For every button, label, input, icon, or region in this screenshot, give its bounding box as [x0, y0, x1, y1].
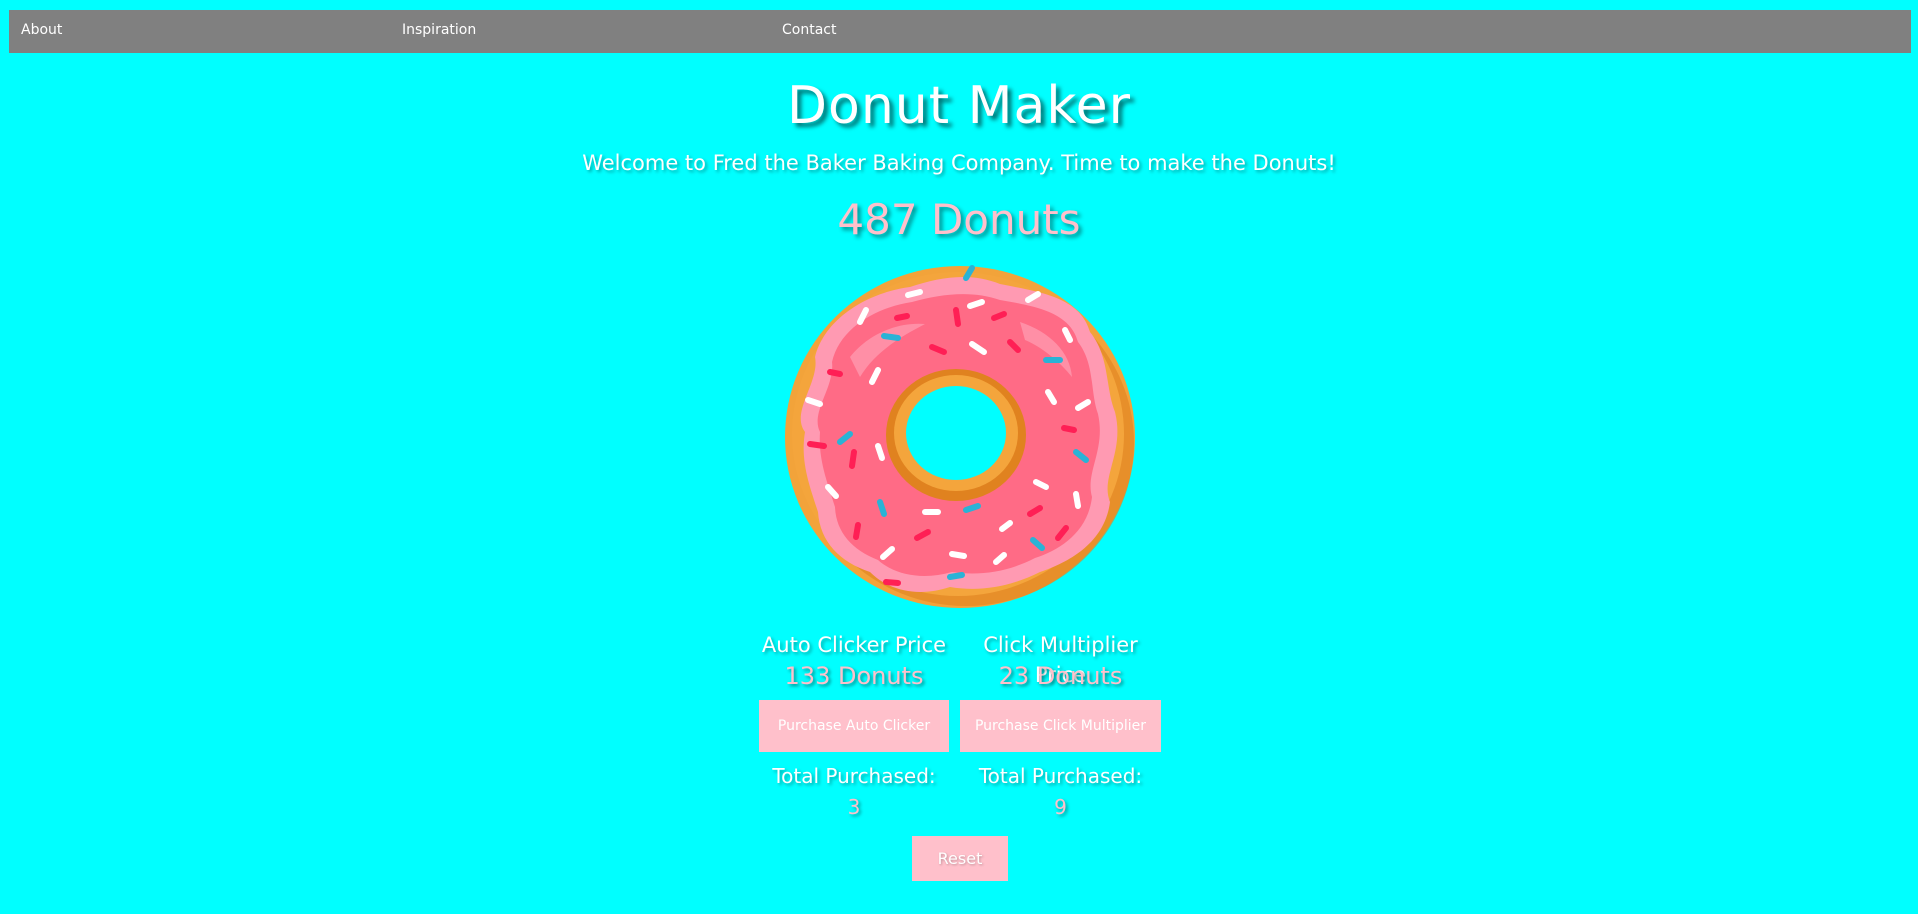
reset-button[interactable]: Reset — [912, 836, 1008, 881]
welcome-message: Welcome to Fred the Baker Baking Company… — [582, 151, 1336, 175]
donut-graphic — [785, 265, 1135, 608]
click-multiplier-total-value: 9 — [1054, 795, 1067, 819]
click-multiplier-price-label: Click Multiplier Price — [983, 633, 1138, 687]
purchase-click-multiplier-button[interactable]: Purchase Click Multiplier — [960, 700, 1161, 752]
auto-clicker-price-value: 133 Donuts — [784, 662, 924, 690]
auto-clicker-price-label: Auto Clicker Price — [761, 633, 947, 657]
donut-count: 487 Donuts — [837, 195, 1081, 244]
auto-clicker-total-value: 3 — [847, 795, 861, 819]
nav-contact-link[interactable]: Contact — [782, 22, 836, 38]
donut-icon[interactable] — [780, 262, 1140, 612]
click-multiplier-price-value: 23 Donuts — [998, 662, 1123, 690]
page-title: Donut Maker — [786, 76, 1132, 136]
auto-clicker-total-label: Total Purchased: — [772, 764, 936, 788]
click-multiplier-total-label: Total Purchased: — [978, 764, 1143, 788]
navbar: About Inspiration Contact — [9, 10, 1911, 53]
nav-about-link[interactable]: About — [21, 22, 62, 38]
click-multiplier-panel: Click Multiplier Price 23 Donuts Purchas… — [960, 630, 1161, 822]
nav-inspiration-link[interactable]: Inspiration — [402, 22, 476, 38]
auto-clicker-panel: Auto Clicker Price 133 Donuts Purchase A… — [759, 630, 949, 822]
purchase-auto-clicker-button[interactable]: Purchase Auto Clicker — [759, 700, 949, 752]
